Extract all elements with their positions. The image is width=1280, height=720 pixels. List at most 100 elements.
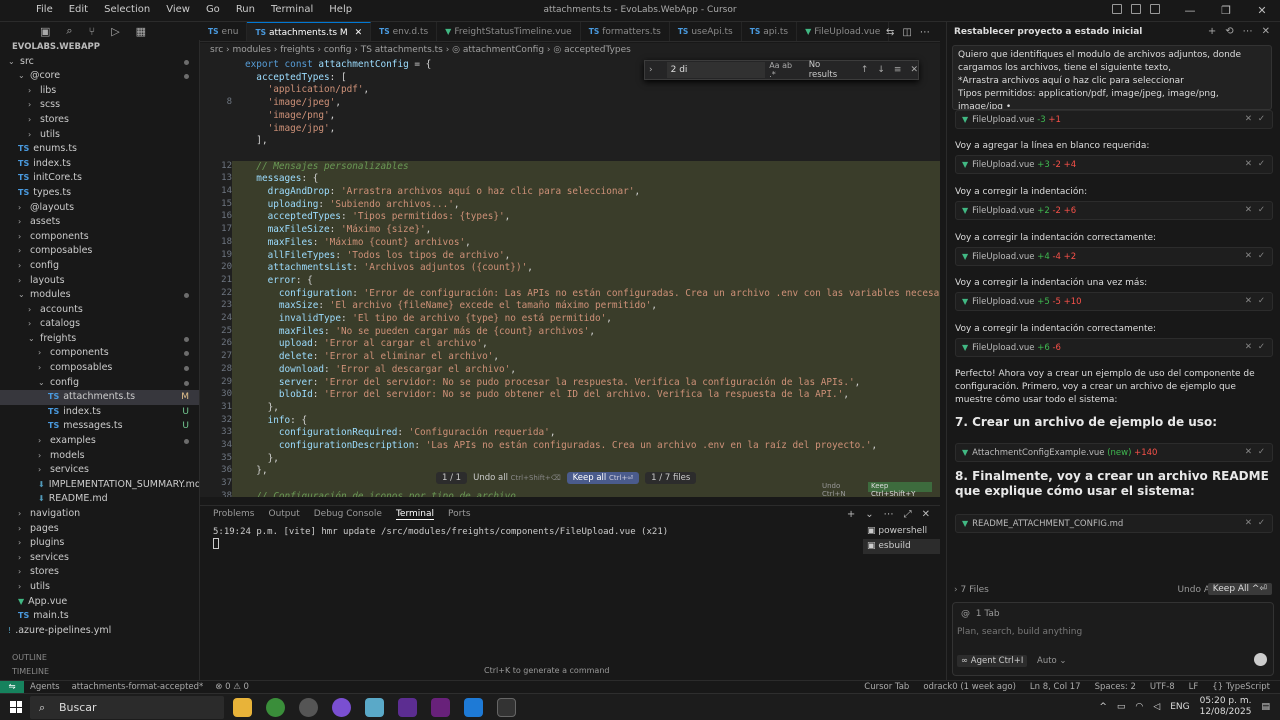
check-icon[interactable]: ✓ [1258, 248, 1265, 265]
split-editor-icon[interactable]: ◫ [902, 27, 911, 38]
tree-item[interactable]: TS index.ts [0, 157, 199, 172]
toggle-sidebar-icon[interactable] [1112, 4, 1122, 14]
close-icon[interactable]: ✕ [355, 28, 363, 38]
code-line[interactable]: upload: 'Error al cargar el archivo', [245, 338, 488, 349]
wifi-icon[interactable]: ◠ [1135, 702, 1143, 712]
code-line[interactable]: }, [245, 453, 279, 464]
editor-tab[interactable]: ▼ FreightStatusTimeline.vue [437, 22, 581, 41]
terminal-instance[interactable]: ▣ esbuild [863, 539, 940, 554]
code-line[interactable]: attachmentsList: 'Archivos adjuntos ({co… [245, 262, 533, 273]
maximize-icon[interactable]: ⤢ [904, 509, 912, 520]
file-change-chip[interactable]: ▼ AttachmentConfigExample.vue (new) +140 ✕… [955, 443, 1273, 462]
timeline-section[interactable]: TIMELINE [0, 665, 49, 680]
code-line[interactable]: acceptedTypes: [ [245, 72, 346, 83]
arrow-down-icon[interactable]: ↓ [877, 65, 885, 75]
editor-tab[interactable]: TS api.ts [742, 22, 798, 41]
menu-item[interactable]: Terminal [263, 4, 321, 15]
tree-item[interactable]: ⌄ modules [0, 288, 199, 303]
source-control-icon[interactable]: ⑂ [89, 25, 96, 38]
tree-item[interactable]: › catalogs [0, 317, 199, 332]
code-line[interactable]: messages: { [245, 173, 318, 184]
code-line[interactable]: error: { [245, 275, 313, 286]
panel-tab[interactable]: Debug Console [314, 509, 382, 520]
check-icon[interactable]: ✓ [1258, 156, 1265, 173]
tree-item[interactable]: › navigation [0, 507, 199, 522]
code-line[interactable]: export const attachmentConfig = { [245, 59, 431, 70]
code-line[interactable]: maxFiles: 'No se pueden cargar más de {c… [245, 326, 595, 337]
code-line[interactable]: maxSize: 'El archivo {fileName} excede e… [245, 300, 657, 311]
diff-icon[interactable]: ⇆ [886, 27, 894, 38]
tree-item[interactable]: › examples [0, 434, 199, 449]
panel-tab[interactable]: Terminal [395, 509, 434, 520]
tree-item[interactable]: › @layouts [0, 201, 199, 216]
terminal-app-icon[interactable] [431, 698, 450, 717]
menu-item[interactable]: Go [198, 4, 228, 15]
clock[interactable]: 05:20 p. m. 12/08/2025 [1200, 696, 1252, 718]
file-change-chip[interactable]: ▼ FileUpload.vue +4 -4 +2 ✕ ✓ [955, 247, 1273, 266]
close-icon[interactable]: ✕ [1245, 293, 1252, 310]
check-icon[interactable]: ✓ [1258, 444, 1265, 461]
extensions-icon[interactable]: ▦ [136, 25, 146, 38]
code-line[interactable]: download: 'Error al descargar el archivo… [245, 364, 516, 375]
menu-item[interactable]: Edit [61, 4, 96, 15]
explorer-root[interactable]: EVOLABS.WEBAPP [0, 40, 199, 55]
tree-item[interactable]: TS enums.ts [0, 142, 199, 157]
terminal-instance[interactable]: ▣ powershell [863, 524, 940, 539]
check-icon[interactable]: ✓ [1258, 293, 1265, 310]
code-line[interactable]: uploading: 'Subiendo archivos...', [245, 199, 460, 210]
browser-icon[interactable] [332, 698, 351, 717]
file-change-chip[interactable]: ▼ README_ATTACHMENT_CONFIG.md ✕ ✓ [955, 514, 1273, 533]
taskbar-search[interactable]: ⌕ Buscar [30, 696, 224, 719]
menu-item[interactable]: Run [228, 4, 263, 15]
undo-all-button[interactable]: Undo all Ctrl+Shift+⌫ [473, 473, 561, 483]
panel-tab[interactable]: Problems [213, 509, 254, 520]
arrow-up-icon[interactable]: ↑ [861, 65, 869, 75]
code-line[interactable]: allFileTypes: 'Todos los tipos de archiv… [245, 250, 511, 261]
check-icon[interactable]: ✓ [1258, 111, 1265, 128]
close-icon[interactable]: ✕ [1245, 111, 1252, 128]
keep-all-chat-button[interactable]: Keep All ^⏎ [1207, 583, 1272, 595]
code-line[interactable]: // Mensajes personalizables [245, 161, 408, 172]
chevron-down-icon[interactable]: ⌄ [865, 509, 873, 520]
diff-counter[interactable]: 1 / 1 [436, 472, 468, 484]
add-terminal-icon[interactable]: + [847, 509, 855, 520]
file-change-chip[interactable]: ▼ FileUpload.vue +2 -2 +6 ✕ ✓ [955, 201, 1273, 220]
keep-button[interactable]: Keep Ctrl+Shift+Y [868, 482, 932, 498]
language-indicator[interactable]: ENG [1170, 702, 1189, 712]
tree-item[interactable]: › stores [0, 113, 199, 128]
files-navigator[interactable]: 1 / 7 files [645, 472, 697, 484]
code-line[interactable]: 'image/jpg', [245, 123, 336, 134]
tree-item[interactable]: ! .azure-pipelines.yml [0, 624, 199, 639]
code-line[interactable]: configuration: 'Error de configuración: … [245, 288, 940, 299]
outline-section[interactable]: OUTLINE [0, 651, 47, 666]
check-icon[interactable]: ✓ [1258, 515, 1265, 532]
close-icon[interactable]: ✕ [922, 509, 930, 520]
context-chip[interactable]: @ 1 Tab [961, 609, 1000, 619]
model-select[interactable]: Auto ⌄ [1037, 656, 1067, 666]
close-icon[interactable]: ✕ [1245, 248, 1252, 265]
restore-icon[interactable]: ❐ [1208, 0, 1244, 22]
new-chat-icon[interactable]: + [1208, 26, 1216, 37]
code-line[interactable]: 'image/png', [245, 110, 336, 121]
close-icon[interactable]: ✕ [1245, 444, 1252, 461]
menu-item[interactable]: Help [321, 4, 360, 15]
close-icon[interactable]: ✕ [1245, 156, 1252, 173]
terminal-output[interactable]: 5:19:24 p.m. [vite] hmr update /src/modu… [213, 527, 668, 537]
tree-item[interactable]: ⌄ config [0, 376, 199, 391]
more-icon[interactable]: ⋯ [884, 509, 894, 520]
chrome-icon[interactable] [266, 698, 285, 717]
file-change-chip[interactable]: ▼ FileUpload.vue +6 -6 ✕ ✓ [955, 338, 1273, 357]
tree-item[interactable]: › accounts [0, 303, 199, 318]
network-icon[interactable]: ▭ [1117, 702, 1126, 712]
code-line[interactable]: 'application/pdf', [245, 84, 370, 95]
code-line[interactable]: blobId: 'Error del servidor: No se pudo … [245, 389, 849, 400]
tree-item[interactable]: TS types.ts [0, 186, 199, 201]
editor-tab[interactable]: TS env.d.ts [371, 22, 438, 41]
keep-all-button[interactable]: Keep all Ctrl+⏎ [566, 472, 640, 484]
menu-item[interactable]: File [28, 4, 61, 15]
cursor-app-icon[interactable] [497, 698, 516, 717]
tree-item[interactable]: ▼ App.vue [0, 595, 199, 610]
menu-item[interactable]: View [158, 4, 198, 15]
explorer-icon[interactable]: ▣ [40, 25, 50, 38]
close-icon[interactable]: ✕ [1245, 202, 1252, 219]
